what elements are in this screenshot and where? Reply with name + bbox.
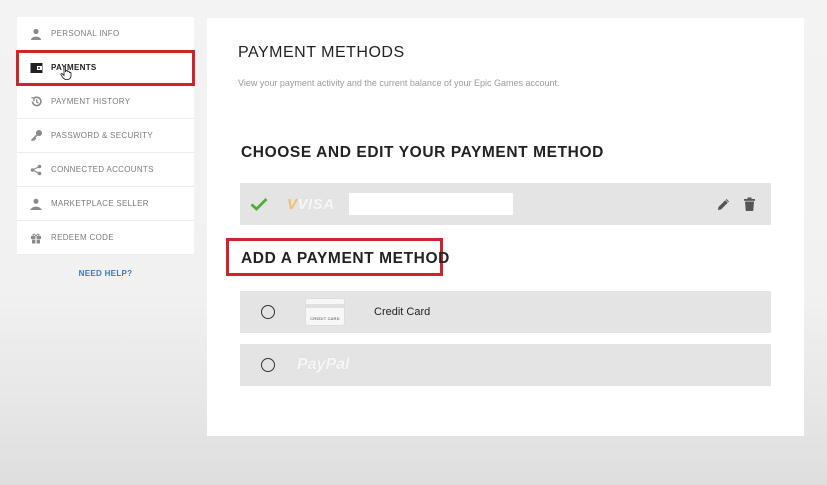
sidebar-item-redeem-code[interactable]: REDEEM CODE xyxy=(17,221,194,255)
gift-icon xyxy=(29,231,43,245)
add-payment-method-heading: ADD A PAYMENT METHOD xyxy=(241,250,450,267)
sidebar-item-payment-history[interactable]: PAYMENT HISTORY xyxy=(17,85,194,119)
paypal-radio[interactable] xyxy=(261,358,275,372)
sidebar-item-label: REDEEM CODE xyxy=(51,233,114,242)
history-icon xyxy=(29,95,43,109)
sidebar-item-label: PAYMENTS xyxy=(51,63,97,72)
sidebar-item-label: CONNECTED ACCOUNTS xyxy=(51,165,154,174)
credit-card-radio[interactable] xyxy=(261,305,275,319)
visa-brand-label: VISA xyxy=(297,195,335,213)
sidebar-item-payments[interactable]: PAYMENTS xyxy=(16,50,195,86)
credit-card-label: Credit Card xyxy=(374,306,431,318)
page-subtitle: View your payment activity and the curre… xyxy=(238,78,560,88)
wallet-icon xyxy=(29,61,43,75)
visa-logo: VVISA xyxy=(287,195,335,213)
page-title: PAYMENT METHODS xyxy=(238,44,405,61)
paypal-logo: PayPal xyxy=(297,356,350,373)
share-icon xyxy=(29,163,43,177)
seller-icon xyxy=(29,197,43,211)
credit-card-icon-text: CREDIT CARD xyxy=(310,316,340,321)
check-icon xyxy=(250,197,270,211)
person-icon xyxy=(29,27,43,41)
sidebar-item-connected-accounts[interactable]: CONNECTED ACCOUNTS xyxy=(17,153,194,187)
account-sidebar: PERSONAL INFO PAYMENTS PAYMENT HISTORY P… xyxy=(16,17,195,278)
sidebar-item-label: PASSWORD & SECURITY xyxy=(51,131,154,140)
card-stripe xyxy=(306,304,344,308)
edit-icon[interactable] xyxy=(715,196,731,212)
saved-visa-card-row[interactable]: VVISA xyxy=(240,183,771,225)
sidebar-item-password-security[interactable]: PASSWORD & SECURITY xyxy=(17,119,194,153)
need-help-link[interactable]: NEED HELP? xyxy=(17,269,194,278)
payment-methods-panel: PAYMENT METHODS View your payment activi… xyxy=(207,18,804,436)
card-actions xyxy=(715,196,757,212)
choose-payment-method-heading: CHOOSE AND EDIT YOUR PAYMENT METHOD xyxy=(241,144,604,161)
sidebar-item-label: MARKETPLACE SELLER xyxy=(51,199,149,208)
hand-cursor-icon xyxy=(60,66,72,80)
sidebar-item-label: PAYMENT HISTORY xyxy=(51,97,131,106)
sidebar-nav: PERSONAL INFO PAYMENTS PAYMENT HISTORY P… xyxy=(16,17,195,255)
sidebar-item-personal-info[interactable]: PERSONAL INFO xyxy=(17,17,194,51)
masked-card-number xyxy=(348,193,513,215)
sidebar-item-marketplace-seller[interactable]: MARKETPLACE SELLER xyxy=(17,187,194,221)
sidebar-item-label: PERSONAL INFO xyxy=(51,29,120,38)
trash-icon[interactable] xyxy=(741,196,757,212)
paypal-option[interactable]: PayPal xyxy=(240,344,771,386)
credit-card-icon: CREDIT CARD xyxy=(306,299,344,325)
credit-card-option[interactable]: CREDIT CARD Credit Card xyxy=(240,291,771,333)
key-icon xyxy=(29,129,43,143)
